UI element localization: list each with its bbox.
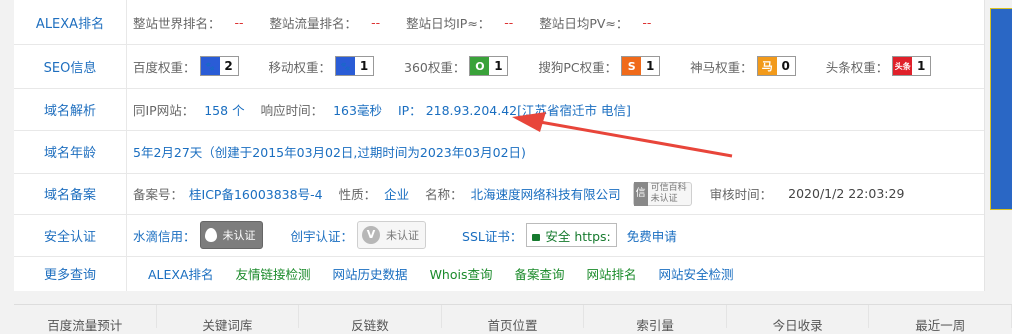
more-query-link[interactable]: ALEXA排名 — [148, 264, 214, 283]
seo-weight-badge[interactable]: 🐾 2 — [199, 56, 239, 76]
traffic-rank-key: 整站流量排名： — [269, 15, 358, 31]
chuangyu-badge[interactable]: V 未认证 — [357, 221, 427, 249]
company-key: 名称： — [425, 187, 463, 202]
more-query-link[interactable]: 备案查询 — [514, 264, 564, 283]
baike-line1: 可信百科 — [650, 182, 687, 193]
security-row: 安全认证 水滴信用： 未认证 创宇认证： V 未认证 SSL证书： 安全 htt… — [14, 214, 984, 257]
nature-value: 企业 — [384, 187, 410, 202]
more-label[interactable]: 更多查询 — [14, 256, 127, 291]
seo-weight-key: 百度权重： — [133, 59, 196, 75]
seo-weight-key: 移动权重： — [268, 59, 332, 75]
seo-weight-key: 搜狗PC权重： — [538, 59, 618, 75]
more-query-link[interactable]: 网站历史数据 — [333, 264, 408, 283]
daily-ip-value: -- — [504, 14, 514, 30]
response-time-value: 163毫秒 — [333, 102, 382, 118]
seo-items: 百度权重： 🐾 2 移动权重： 🐾 1 360权重： O 1 搜狗PC权重： S 1 神马权重：马 0 头条… — [127, 44, 961, 88]
chuangyu-key: 创宇认证： — [290, 228, 354, 244]
baike-badge[interactable]: 信 可信百科 未认证 — [632, 181, 692, 206]
footer-tab[interactable]: 反链数 — [299, 305, 442, 333]
toutiao-icon: 头条 — [893, 57, 913, 75]
alexa-label[interactable]: ALEXA排名 — [14, 0, 127, 44]
chuangyu-badge-text: 未认证 — [386, 229, 420, 242]
lock-icon — [532, 233, 541, 241]
more-query-link[interactable]: 网站排名 — [587, 264, 637, 283]
more-query-link[interactable]: Whois查询 — [430, 264, 493, 283]
seo-weight-badge[interactable]: O1 — [469, 56, 509, 76]
audit-time-key: 审核时间： — [709, 187, 773, 202]
more-query-link[interactable]: 网站安全检测 — [659, 264, 734, 283]
world-rank-value: -- — [234, 14, 244, 30]
audit-time-value: 2020/1/2 22:03:29 — [788, 186, 905, 201]
360-icon: O — [470, 57, 490, 75]
baike-icon: 信 — [633, 181, 648, 206]
seo-weight-value: 1 — [494, 59, 503, 73]
icp-label[interactable]: 域名备案 — [14, 173, 127, 214]
more-row: 更多查询 ALEXA排名 友情链接检测 网站历史数据 Whois查询 备案查询 网站排名 网… — [14, 256, 984, 291]
paw-icon: 🐾 — [336, 57, 356, 75]
response-time-key: 响应时间： — [260, 102, 324, 118]
ip-key: IP： — [397, 102, 422, 118]
icp-no-key: 备案号： — [133, 187, 184, 202]
seo-weight-key: 神马权重： — [690, 59, 753, 75]
seo-weight-value: 0 — [781, 59, 790, 73]
paw-icon: 🐾 — [200, 57, 220, 75]
sogou-icon: S — [622, 57, 642, 75]
seo-weight-badge[interactable]: 头条 1 — [892, 56, 932, 76]
age-label[interactable]: 域名年龄 — [14, 130, 127, 173]
ssl-badge[interactable]: 安全 https: — [526, 223, 617, 247]
icp-row: 域名备案 备案号： 桂ICP备16003838号-4 性质： 企业 名称： 北海… — [14, 173, 984, 215]
same-ip-link[interactable]: 158 个 — [204, 100, 244, 119]
seo-row: SEO信息 百度权重： 🐾 2 移动权重： 🐾 1 360权重： O 1 搜狗PC权重： S 1 神马权… — [14, 44, 984, 89]
shuidi-badge[interactable]: 未认证 — [199, 221, 263, 249]
age-row: 域名年龄 5年2月27天（创建于2015年03月02日,过期时间为2023年03… — [14, 130, 984, 174]
seo-weight-badge[interactable]: 马0 — [756, 56, 796, 76]
seo-weight-badge[interactable]: S1 — [621, 56, 661, 76]
security-label[interactable]: 安全认证 — [14, 214, 127, 256]
footer-tab[interactable]: 最近一周 — [869, 305, 1012, 333]
ssl-badge-text: 安全 https: — [545, 228, 611, 244]
alexa-row: ALEXA排名 整站世界排名： -- 整站流量排名： -- 整站日均IP≈： -… — [14, 0, 984, 45]
more-links: ALEXA排名 友情链接检测 网站历史数据 Whois查询 备案查询 网站排名 网站安全检测 — [127, 256, 756, 291]
footer-tab[interactable]: 关键词库 — [157, 305, 300, 333]
domain-age-value: 5年2月27天（创建于2015年03月02日,过期时间为2023年03月02日) — [133, 145, 526, 160]
seo-label[interactable]: SEO信息 — [14, 44, 127, 88]
traffic-rank-value: -- — [371, 14, 381, 30]
seo-weight-key: 360权重： — [404, 59, 466, 75]
domain-row: 域名解析 同IP网站： 158 个 响应时间： 163毫秒 IP： 218.93… — [14, 88, 984, 131]
v-shield-icon: V — [362, 226, 381, 244]
seo-weight-value: 2 — [224, 59, 233, 73]
arrow-head — [512, 112, 546, 132]
seo-weight-key: 头条权重： — [825, 59, 889, 75]
shenma-icon: 马 — [757, 57, 777, 75]
shuidi-key: 水滴信用： — [133, 228, 196, 244]
domain-label[interactable]: 域名解析 — [14, 88, 127, 130]
footer-tab[interactable]: 首页位置 — [442, 305, 585, 333]
seo-weight-badge[interactable]: 🐾 1 — [335, 56, 375, 76]
seo-weight-value: 1 — [917, 59, 926, 73]
arrow-shaft — [539, 120, 733, 158]
icp-no-link[interactable]: 桂ICP备16003838号-4 — [189, 184, 323, 203]
drop-icon — [204, 228, 217, 242]
footer-tab[interactable]: 百度流量预计 — [14, 305, 157, 333]
seo-weight-value: 1 — [645, 59, 655, 73]
daily-ip-key: 整站日均IP≈： — [406, 15, 491, 31]
footer-tabs: 百度流量预计 关键词库 反链数 首页位置 索引量 今日收录 最近一周 — [14, 304, 1012, 333]
ad-banner[interactable] — [990, 8, 1012, 210]
company-link[interactable]: 北海速度网络科技有限公司 — [471, 184, 621, 203]
daily-pv-key: 整站日均PV≈： — [539, 15, 629, 31]
more-query-link[interactable]: 友情链接检测 — [236, 264, 311, 283]
footer-tab[interactable]: 索引量 — [584, 305, 727, 333]
nature-key: 性质： — [338, 187, 377, 202]
shuidi-badge-text: 未认证 — [222, 229, 256, 242]
baike-line2: 未认证 — [650, 193, 678, 204]
footer-tab[interactable]: 今日收录 — [727, 305, 870, 333]
world-rank-key: 整站世界排名： — [133, 15, 221, 31]
same-ip-key: 同IP网站： — [133, 102, 195, 118]
daily-pv-value: -- — [642, 14, 652, 30]
red-arrow-annotation — [512, 112, 733, 158]
seo-weight-value: 1 — [359, 59, 369, 73]
ssl-key: SSL证书： — [462, 228, 523, 244]
free-apply-link[interactable]: 免费申请 — [627, 226, 677, 245]
